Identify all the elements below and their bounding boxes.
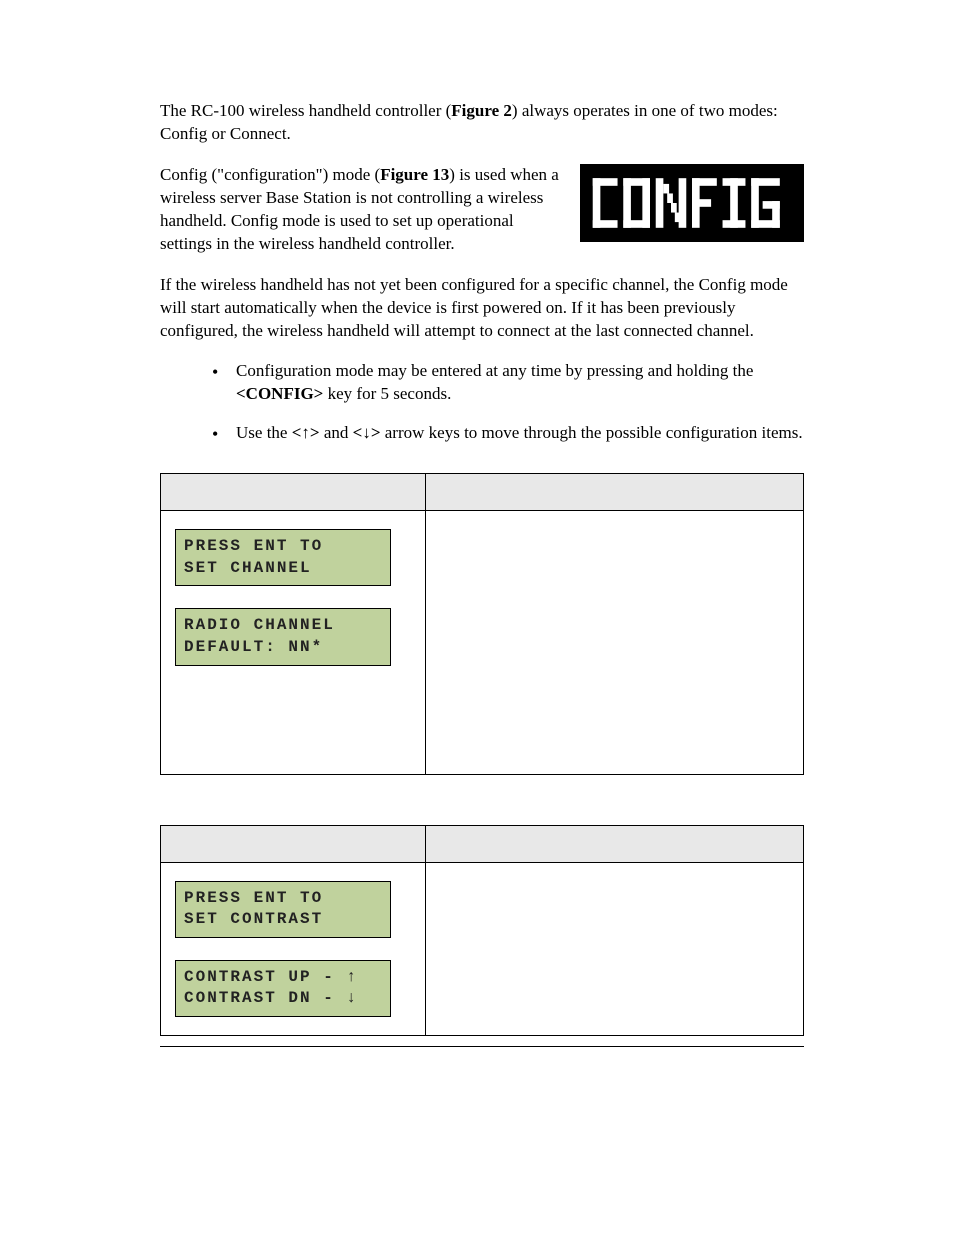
arrow-down-key: <↓> — [353, 423, 381, 442]
table-header-right — [426, 474, 804, 511]
figure-ref-13: Figure 13 — [380, 165, 449, 184]
list-item: Use the <↑> and <↓> arrow keys to move t… — [212, 422, 804, 445]
lcd-display: PRESS ENT TO SET CHANNEL — [175, 529, 391, 586]
config-bullet-list: Configuration mode may be entered at any… — [160, 360, 804, 445]
figure-ref-2: Figure 2 — [451, 101, 512, 120]
arrow-up-key: <↑> — [292, 423, 320, 442]
text: Use the — [236, 423, 292, 442]
text: Configuration mode may be entered at any… — [236, 361, 753, 380]
table-cell-lcds: PRESS ENT TO SET CHANNEL RADIO CHANNEL D… — [161, 511, 426, 774]
text: key for 5 seconds. — [323, 384, 451, 403]
table-cell-description — [426, 511, 804, 774]
list-item: Configuration mode may be entered at any… — [212, 360, 804, 406]
table-cell-description — [426, 862, 804, 1035]
config-badge — [580, 164, 804, 242]
set-contrast-table: PRESS ENT TO SET CONTRAST CONTRAST UP - … — [160, 825, 804, 1036]
lcd-display: CONTRAST UP - ↑ CONTRAST DN - ↓ — [175, 960, 391, 1017]
text: Config ("configuration") mode ( — [160, 165, 380, 184]
auto-config-paragraph: If the wireless handheld has not yet bee… — [160, 274, 804, 343]
table-cell-lcds: PRESS ENT TO SET CONTRAST CONTRAST UP - … — [161, 862, 426, 1035]
intro-paragraph-1: The RC-100 wireless handheld controller … — [160, 100, 804, 146]
table-header-left — [161, 825, 426, 862]
text: The RC-100 wireless handheld controller … — [160, 101, 451, 120]
footer-rule — [160, 1046, 804, 1047]
lcd-display: PRESS ENT TO SET CONTRAST — [175, 881, 391, 938]
text: and — [320, 423, 353, 442]
set-channel-table: PRESS ENT TO SET CHANNEL RADIO CHANNEL D… — [160, 473, 804, 774]
table-header-right — [426, 825, 804, 862]
config-key: <CONFIG> — [236, 384, 323, 403]
text: arrow keys to move through the possible … — [381, 423, 803, 442]
config-word-icon — [587, 172, 797, 234]
lcd-display: RADIO CHANNEL DEFAULT: NN* — [175, 608, 391, 665]
table-header-left — [161, 474, 426, 511]
